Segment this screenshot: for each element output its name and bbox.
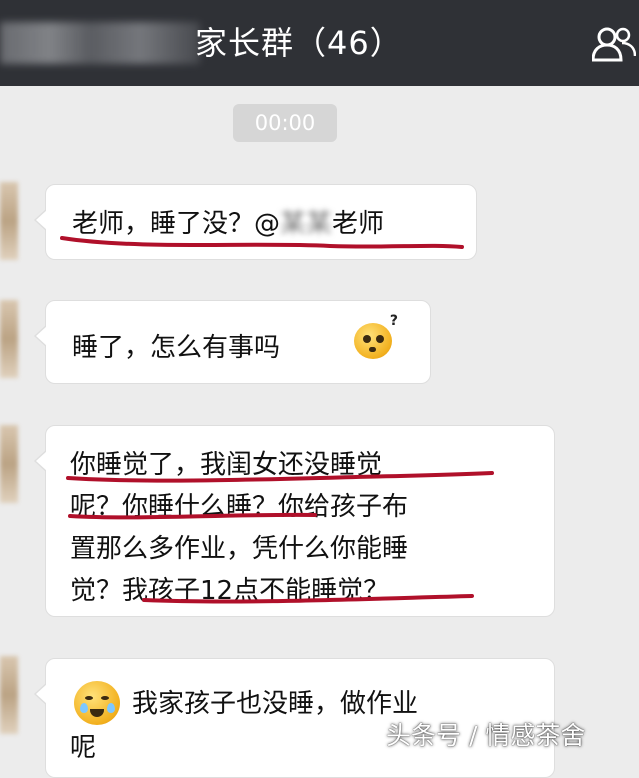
avatar[interactable]: [0, 182, 18, 260]
message-bubble[interactable]: 老师，睡了没？@某某老师: [34, 184, 477, 260]
message-line: 呢？你睡什么睡？你给孩子布: [70, 492, 409, 522]
message-text: 老师，睡了没？@某某老师: [72, 203, 384, 240]
crying-face-emoji: [74, 681, 120, 725]
chat-header: 家长群（46）: [0, 0, 639, 86]
blurred-group-name: [0, 22, 200, 64]
watermark: 头条号 / 情感茶舍: [386, 721, 586, 750]
group-members-icon[interactable]: [592, 26, 636, 62]
message-line: 置那么多作业，凭什么你能睡: [70, 534, 409, 564]
blurred-mention: 某某: [280, 209, 333, 239]
message-line: 你睡觉了，我闺女还没睡觉: [70, 450, 383, 480]
avatar[interactable]: [0, 300, 18, 378]
group-title: 家长群（46）: [195, 24, 403, 62]
confused-face-emoji: ?: [354, 313, 398, 359]
message-line: 我家孩子也没睡，做作业: [132, 689, 419, 719]
message-bubble[interactable]: 你睡觉了，我闺女还没睡觉 呢？你睡什么睡？你给孩子布 置那么多作业，凭什么你能睡…: [34, 425, 555, 617]
message-bubble[interactable]: 睡了，怎么有事吗 ?: [34, 300, 431, 384]
message-text: 睡了，怎么有事吗: [72, 333, 281, 363]
avatar[interactable]: [0, 656, 18, 734]
avatar[interactable]: [0, 425, 18, 503]
timestamp-chip: 00:00: [233, 104, 337, 142]
message-line: 觉？我孩子12点不能睡觉？: [70, 576, 390, 606]
message-line: 呢: [70, 733, 97, 763]
